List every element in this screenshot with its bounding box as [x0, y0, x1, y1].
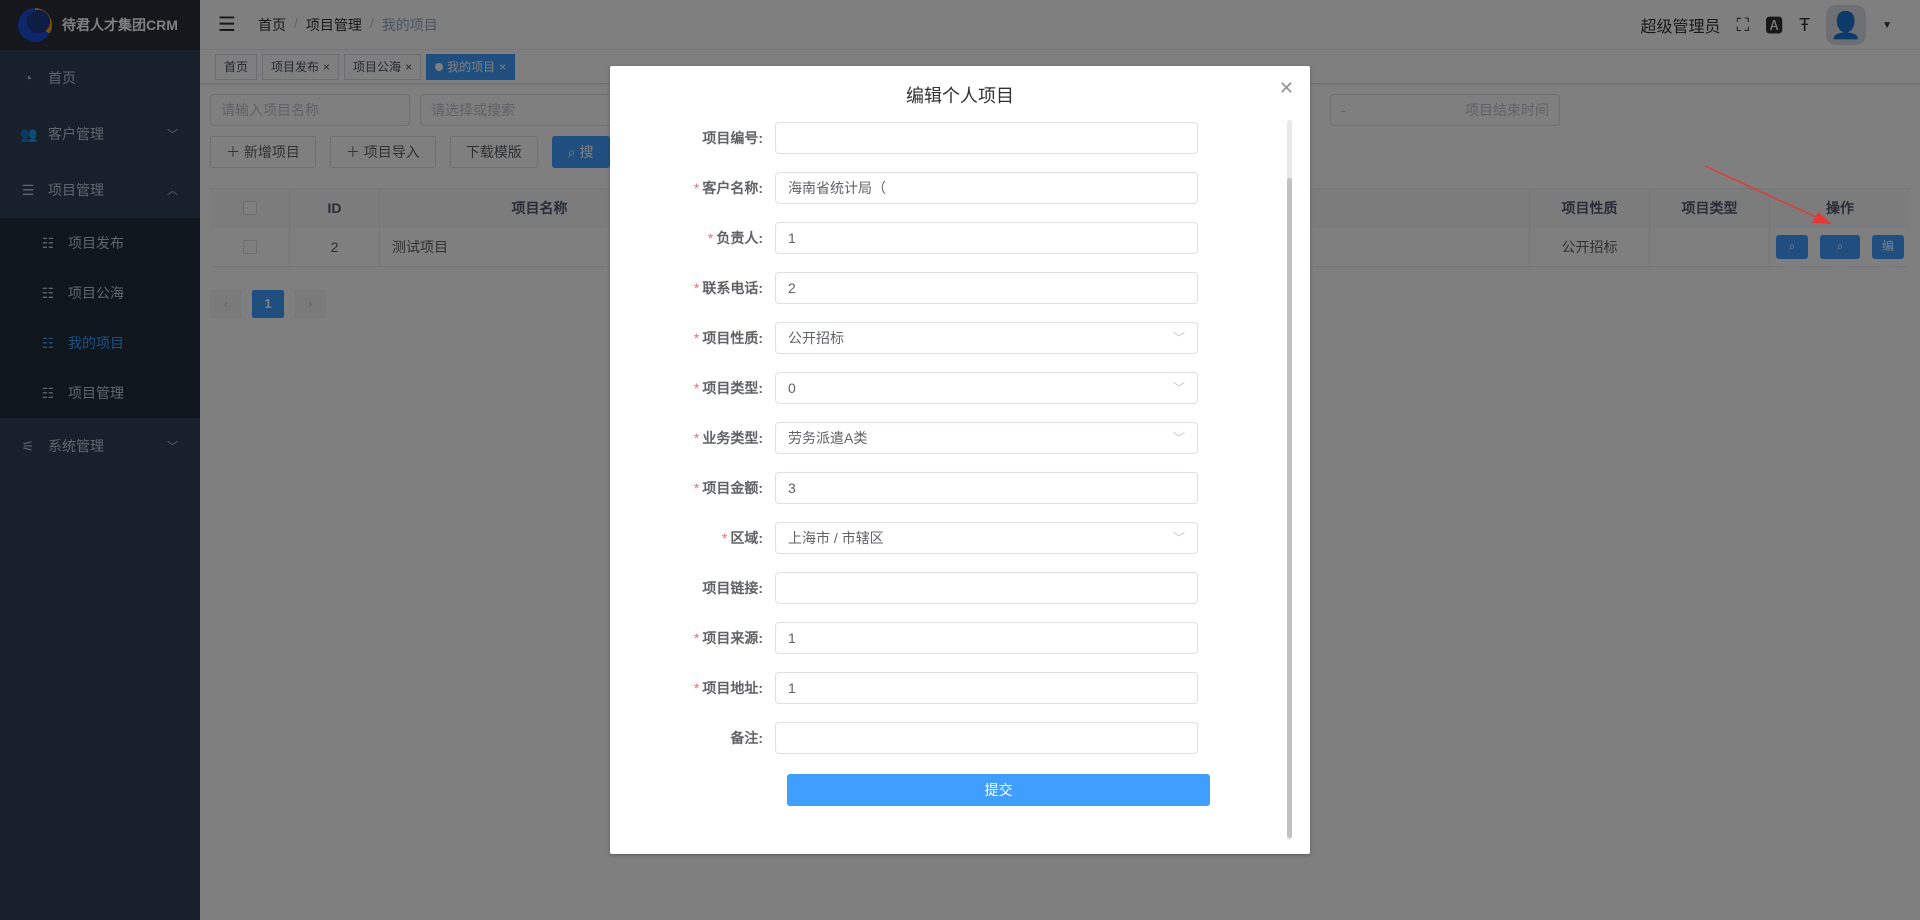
form-value: 劳务派遣A类	[788, 430, 868, 446]
form-row: * 项目性质: 公开招标 ﹀	[610, 322, 1290, 354]
form-label: * 项目地址:	[610, 678, 775, 698]
form-row: 项目编号:	[610, 122, 1290, 154]
form-input[interactable]	[775, 122, 1198, 154]
form-label: * 项目性质:	[610, 328, 775, 348]
form-label: 备注:	[610, 728, 775, 748]
form-label: * 联系电话:	[610, 278, 775, 298]
form-label-text: 项目性质:	[702, 330, 763, 346]
form-row: * 联系电话: 2	[610, 272, 1290, 304]
form-value: 0	[788, 380, 796, 396]
form-label-text: 项目地址:	[702, 680, 763, 696]
required-asterisk: *	[693, 480, 700, 496]
form-label-text: 客户名称:	[702, 180, 763, 196]
required-asterisk: *	[693, 180, 700, 196]
form-input[interactable]: 1	[775, 672, 1198, 704]
form-input[interactable]	[775, 572, 1198, 604]
form-label: * 项目类型:	[610, 378, 775, 398]
form-label-text: 项目链接:	[702, 580, 763, 596]
required-asterisk: *	[693, 280, 700, 296]
form-input[interactable]: 1	[775, 222, 1198, 254]
form-row: * 项目类型: 0 ﹀	[610, 372, 1290, 404]
arrow-line	[1704, 165, 1819, 219]
form-row: * 负责人: 1	[610, 222, 1290, 254]
form-label-text: 项目来源:	[702, 630, 763, 646]
chevron-down-icon: ﹀	[1172, 381, 1185, 395]
form-label-text: 负责人:	[716, 230, 763, 246]
form-value: 上海市 / 市辖区	[788, 530, 884, 546]
form-select[interactable]: 公开招标 ﹀	[775, 322, 1198, 354]
form-select[interactable]: 0 ﹀	[775, 372, 1198, 404]
form-label: * 项目金额:	[610, 478, 775, 498]
form-value: 1	[788, 230, 796, 246]
form-row: * 项目来源: 1	[610, 622, 1290, 654]
form-select[interactable]: 上海市 / 市辖区 ﹀	[775, 522, 1198, 554]
required-asterisk: *	[707, 230, 714, 246]
edit-project-dialog: 编辑个人项目 ✕ 项目编号: * 客户名称: 海南省统计局（ * 负责人: 1 * 联系电话: 2…	[610, 66, 1310, 854]
form-label: 项目链接:	[610, 578, 775, 598]
form-label-text: 区域:	[730, 530, 763, 546]
dialog-title: 编辑个人项目	[906, 86, 1014, 106]
required-asterisk: *	[693, 380, 700, 396]
form-value: 海南省统计局（	[788, 180, 886, 196]
form-input[interactable]: 2	[775, 272, 1198, 304]
required-asterisk: *	[693, 630, 700, 646]
form-label: * 区域:	[610, 528, 775, 548]
form-label-text: 项目类型:	[702, 380, 763, 396]
form-value: 3	[788, 480, 796, 496]
form-label-text: 业务类型:	[702, 430, 763, 446]
form-label-text: 项目金额:	[702, 480, 763, 496]
form-value: 2	[788, 280, 796, 296]
form-input[interactable]: 海南省统计局（	[775, 172, 1198, 204]
form-label-text: 联系电话:	[702, 280, 763, 296]
required-asterisk: *	[693, 330, 700, 346]
form-input[interactable]: 3	[775, 472, 1198, 504]
form-label: * 业务类型:	[610, 428, 775, 448]
form-value: 公开招标	[788, 330, 844, 346]
form-label: * 项目来源:	[610, 628, 775, 648]
submit-button[interactable]: 提交	[787, 774, 1210, 806]
chevron-down-icon: ﹀	[1172, 431, 1185, 445]
form-label-text: 备注:	[730, 730, 763, 746]
form-input[interactable]	[775, 722, 1198, 754]
required-asterisk: *	[721, 530, 728, 546]
form-row: * 业务类型: 劳务派遣A类 ﹀	[610, 422, 1290, 454]
arrow-head	[1812, 212, 1832, 224]
form-value: 1	[788, 630, 796, 646]
form-select[interactable]: 劳务派遣A类 ﹀	[775, 422, 1198, 454]
required-asterisk: *	[693, 430, 700, 446]
form-label: 项目编号:	[610, 128, 775, 148]
close-icon[interactable]: ✕	[1279, 78, 1294, 99]
form-value: 1	[788, 680, 796, 696]
form-row: 项目链接:	[610, 572, 1290, 604]
form-label-text: 项目编号:	[702, 130, 763, 146]
form-label: * 客户名称:	[610, 178, 775, 198]
form-row: * 客户名称: 海南省统计局（	[610, 172, 1290, 204]
form-row: 备注:	[610, 722, 1290, 754]
form-row: * 项目地址: 1	[610, 672, 1290, 704]
form-label: * 负责人:	[610, 228, 775, 248]
chevron-down-icon: ﹀	[1172, 531, 1185, 545]
form-row: * 区域: 上海市 / 市辖区 ﹀	[610, 522, 1290, 554]
required-asterisk: *	[693, 680, 700, 696]
form-input[interactable]: 1	[775, 622, 1198, 654]
form-row: * 项目金额: 3	[610, 472, 1290, 504]
chevron-down-icon: ﹀	[1172, 331, 1185, 345]
